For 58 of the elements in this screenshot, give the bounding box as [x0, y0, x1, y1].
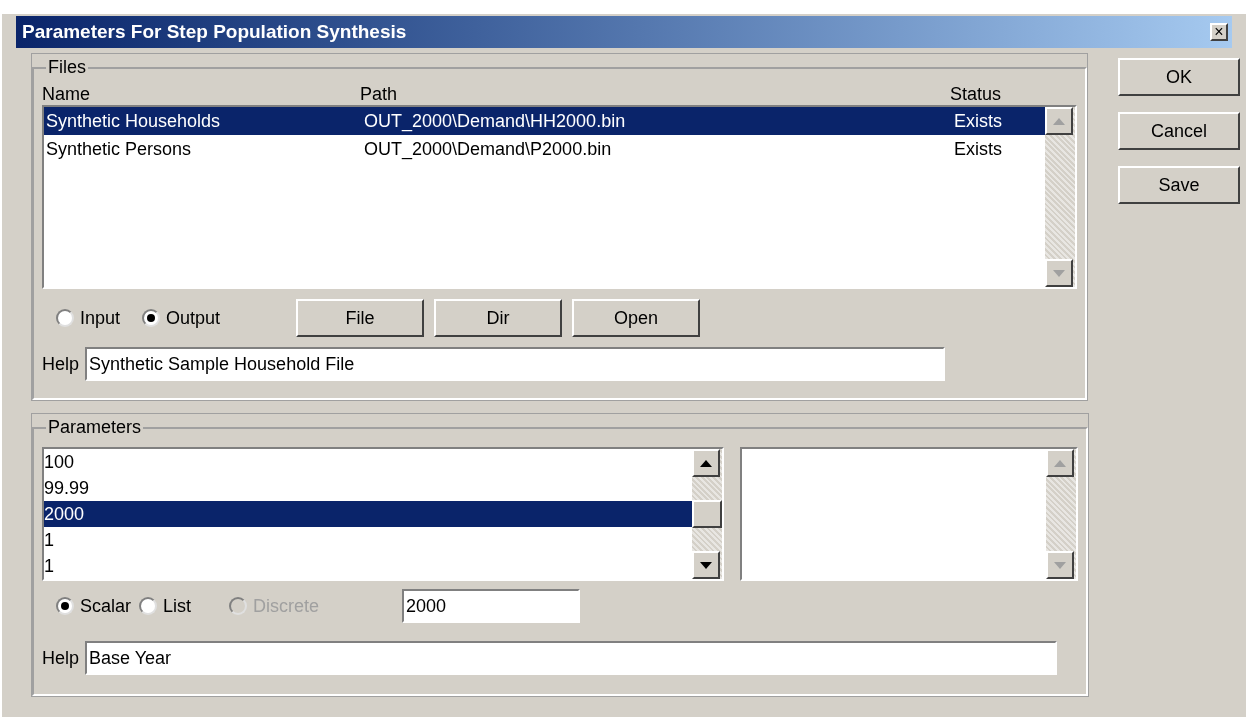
up-arrow-icon — [1054, 459, 1066, 467]
scroll-down-button[interactable] — [1045, 259, 1073, 287]
dialog-button[interactable]: OK — [1118, 58, 1240, 96]
radio-label: Input — [80, 306, 121, 330]
radio-label: Output — [166, 306, 221, 330]
column-header: Status — [950, 83, 1003, 105]
dialog-button[interactable]: Dir — [434, 299, 562, 337]
down-arrow-icon — [1054, 561, 1066, 569]
dialog-button[interactable]: Save — [1118, 166, 1240, 204]
radio-button[interactable] — [142, 309, 161, 327]
value-field[interactable]: 2000 — [402, 589, 580, 623]
column-header: Path — [360, 83, 399, 105]
radio-label: Scalar — [80, 594, 132, 618]
close-button[interactable]: × — [1210, 23, 1228, 41]
help-label: Help — [42, 646, 80, 670]
list-item[interactable]: 1 — [44, 527, 692, 553]
scroll-thumb[interactable] — [692, 500, 722, 528]
dialog-button[interactable]: File — [296, 299, 424, 337]
up-arrow-icon — [700, 459, 712, 467]
dialog-button[interactable]: Cancel — [1118, 112, 1240, 150]
table-cell-text: Synthetic Households — [46, 109, 222, 133]
scroll-up-button[interactable] — [1045, 107, 1073, 135]
down-arrow-icon — [1053, 269, 1065, 277]
value-list[interactable]: 100 99.99 2000 1 1 — [42, 447, 724, 581]
up-arrow-icon — [1053, 117, 1065, 125]
scroll-down-button[interactable] — [692, 551, 720, 579]
window-title: Parameters For Step Population Synthesis — [22, 19, 407, 44]
table-cell-text: Exists — [954, 137, 1003, 161]
list-item[interactable]: 100 — [44, 449, 692, 475]
scrollbar[interactable] — [692, 449, 722, 579]
scroll-up-button[interactable] — [692, 449, 720, 477]
radio-button[interactable] — [56, 597, 74, 615]
down-arrow-icon — [700, 561, 712, 569]
list-item[interactable]: 99.99 — [44, 475, 692, 501]
file-list[interactable]: Synthetic Households OUT_2000\Demand\HH2000.bin Exists Synthetic Persons OUT_2000\Demand\P2000.bin Exists — [42, 105, 1077, 289]
radio-button[interactable] — [139, 597, 158, 615]
radio-label: List — [163, 594, 192, 618]
list-item[interactable]: 1 — [44, 553, 692, 579]
table-cell-text: Exists — [954, 109, 1003, 133]
group-title: Files — [47, 56, 87, 79]
file-row[interactable]: Synthetic Households OUT_2000\Demand\HH2000.bin Exists — [44, 107, 1045, 135]
list-item[interactable]: 2000 — [44, 501, 692, 527]
table-cell-text: OUT_2000\Demand\HH2000.bin — [364, 109, 627, 134]
help-field[interactable]: Base Year — [85, 641, 1058, 675]
group-title: Parameters — [47, 416, 143, 439]
scrollbar[interactable] — [1046, 449, 1076, 579]
dialog-button[interactable]: Open — [572, 299, 700, 337]
table-cell-text: OUT_2000\Demand\P2000.bin — [364, 137, 613, 162]
scroll-up-button[interactable] — [1046, 449, 1074, 477]
scroll-down-button[interactable] — [1046, 551, 1074, 579]
help-field[interactable]: Synthetic Sample Household File — [85, 347, 946, 381]
list-box[interactable] — [740, 447, 1078, 581]
table-cell-text: Synthetic Persons — [46, 137, 193, 161]
help-label: Help — [42, 352, 80, 376]
column-header: Name — [42, 83, 91, 105]
file-row[interactable]: Synthetic Persons OUT_2000\Demand\P2000.bin Exists — [44, 135, 1045, 163]
scrollbar[interactable] — [1045, 107, 1075, 287]
radio-button[interactable] — [56, 309, 74, 327]
